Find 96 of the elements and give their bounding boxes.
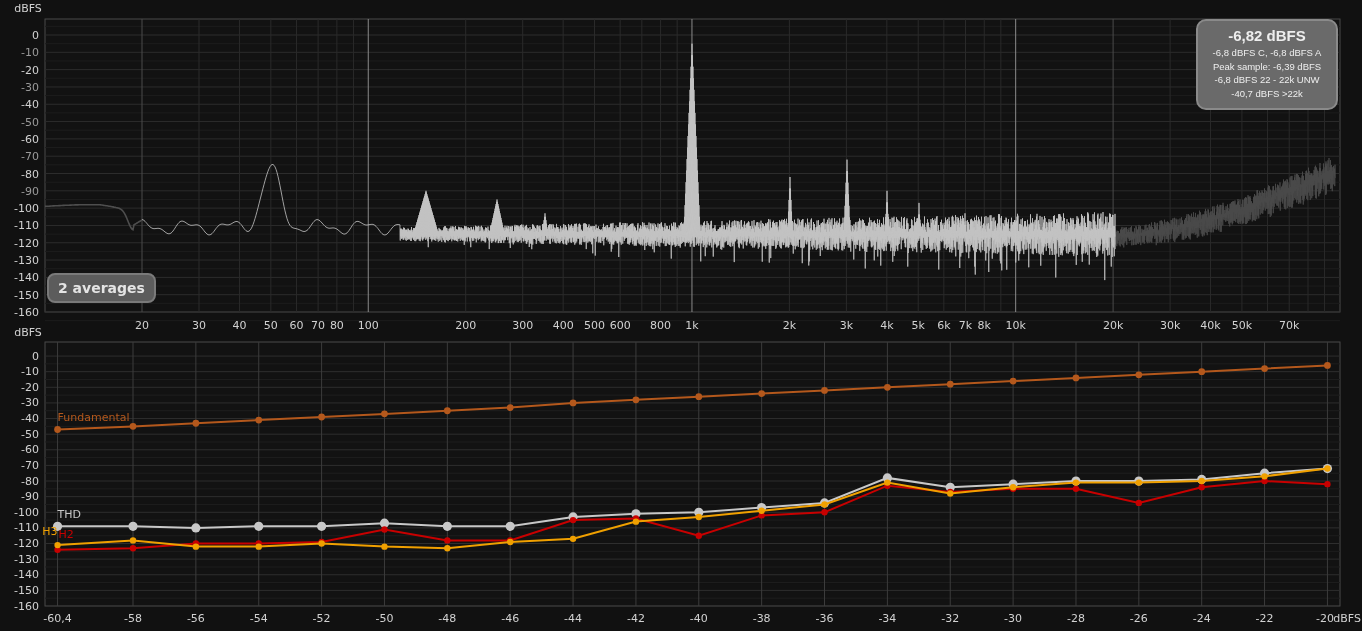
tick-label: 70k [1279, 319, 1300, 332]
tick-label: -160 [14, 306, 39, 319]
tick-label: 10k [1005, 319, 1026, 332]
tick-label: 20k [1102, 319, 1124, 332]
readout-line: Peak sample: -6,39 dBFS [1211, 59, 1323, 73]
tick-label: 30 [192, 319, 206, 332]
tick-label: -30 [21, 396, 39, 410]
axis-title: dBFS [14, 326, 42, 339]
tick-label: -20 [21, 63, 39, 77]
tick-label: -90 [21, 490, 39, 504]
tick-label: -46 [501, 612, 520, 625]
tick-label: 3k [839, 319, 854, 332]
readout-line: -6,8 dBFS 22 - 22k UNW [1213, 73, 1321, 87]
tick-label: 30k [1159, 319, 1181, 332]
tick-label: -130 [14, 254, 39, 268]
tick-label: 50 [263, 319, 278, 332]
tick-label: -110 [14, 219, 39, 233]
tick-label: -50 [21, 115, 39, 129]
tick-label: -28 [1067, 612, 1085, 625]
tick-label: -60 [21, 132, 39, 146]
tick-label: 40k [1200, 319, 1221, 332]
tick-label: -140 [14, 568, 39, 582]
tick-label: 400 [552, 319, 574, 332]
tick-label: -150 [14, 583, 39, 597]
tick-label: -20 [1316, 612, 1334, 625]
tick-label: 0 [32, 29, 39, 42]
tick-label: 2k [782, 319, 797, 332]
tick-label: -40 [21, 98, 39, 112]
tick-label: 80 [329, 319, 344, 332]
tick-label: -140 [14, 271, 39, 285]
tick-label: -60,4 [43, 612, 72, 625]
tick-label: -70 [21, 458, 39, 472]
tick-label: 1k [685, 319, 699, 332]
tick-label: 4k [880, 319, 894, 332]
tick-label: -50 [375, 612, 394, 625]
tick-label: -34 [878, 612, 897, 625]
tick-label: 600 [609, 319, 631, 332]
tick-label: -80 [21, 474, 39, 488]
readout-line: -40,7 dBFS >22k [1230, 86, 1304, 100]
tick-label: 6k [937, 319, 951, 332]
tick-label: 500 [584, 319, 605, 332]
tick-label: -44 [564, 612, 583, 625]
tick-label: -100 [14, 505, 39, 519]
tick-label: -100 [14, 202, 39, 216]
tick-label: 100 [357, 319, 379, 332]
tick-label: 5k [911, 319, 925, 332]
tick-label: -80 [21, 167, 39, 181]
tick-label: -160 [14, 599, 39, 613]
tick-label: -90 [21, 184, 39, 198]
tick-label: -26 [1129, 612, 1148, 625]
tick-label: 0 [32, 349, 39, 363]
tick-label: -54 [249, 612, 268, 625]
tick-label: 800 [650, 319, 672, 332]
tick-label: -22 [1255, 612, 1274, 625]
tick-label: -24 [1192, 612, 1211, 625]
tick-label: 60 [289, 319, 304, 332]
tick-label: -40 [21, 412, 39, 426]
tick-label: 300 [512, 319, 534, 332]
series-label: THD [57, 508, 82, 522]
series-label: H2 [58, 527, 74, 541]
tick-label: -50 [21, 427, 39, 441]
tick-label: -38 [752, 612, 771, 625]
tick-label: 50k [1231, 319, 1253, 332]
tick-label: -58 [124, 612, 142, 625]
tick-label: -32 [941, 612, 960, 625]
tick-label: 40 [232, 319, 247, 332]
tick-label: 200 [455, 319, 477, 332]
tick-label: -130 [14, 552, 39, 566]
tick-label: 20 [135, 319, 149, 332]
tick-label: -30 [1004, 612, 1023, 625]
readout-line: -6,8 dBFS C, -6,8 dBFS A [1211, 46, 1323, 60]
readout-value: -6,82 dBFS [1227, 27, 1307, 44]
tick-label: -120 [14, 537, 39, 550]
unit-label: dBFS [14, 2, 42, 15]
tick-label: 7k [958, 319, 973, 332]
tick-label: -60 [21, 443, 39, 457]
tick-label: -110 [14, 521, 39, 535]
tick-label: -10 [21, 46, 39, 60]
tick-label: -52 [312, 612, 331, 625]
series-label: H3 [42, 525, 58, 539]
tick-label: -30 [21, 80, 39, 94]
tick-label: -40 [689, 612, 708, 625]
tick-label: -120 [14, 236, 39, 250]
averages-badge: 2 averages [47, 273, 156, 303]
axis-title: dBFS [1333, 612, 1361, 625]
tick-label: 8k [977, 319, 991, 332]
tick-label: -36 [815, 612, 834, 625]
tick-label: -10 [21, 365, 39, 379]
tick-label: -42 [626, 612, 645, 625]
series-label: Fundamental [57, 411, 130, 425]
tick-label: -150 [14, 288, 39, 302]
tick-label: -48 [438, 612, 457, 625]
tick-label: -70 [21, 150, 39, 164]
tick-label: -56 [186, 612, 205, 625]
tick-label: -20 [21, 380, 39, 394]
tick-label: 70 [311, 319, 326, 332]
